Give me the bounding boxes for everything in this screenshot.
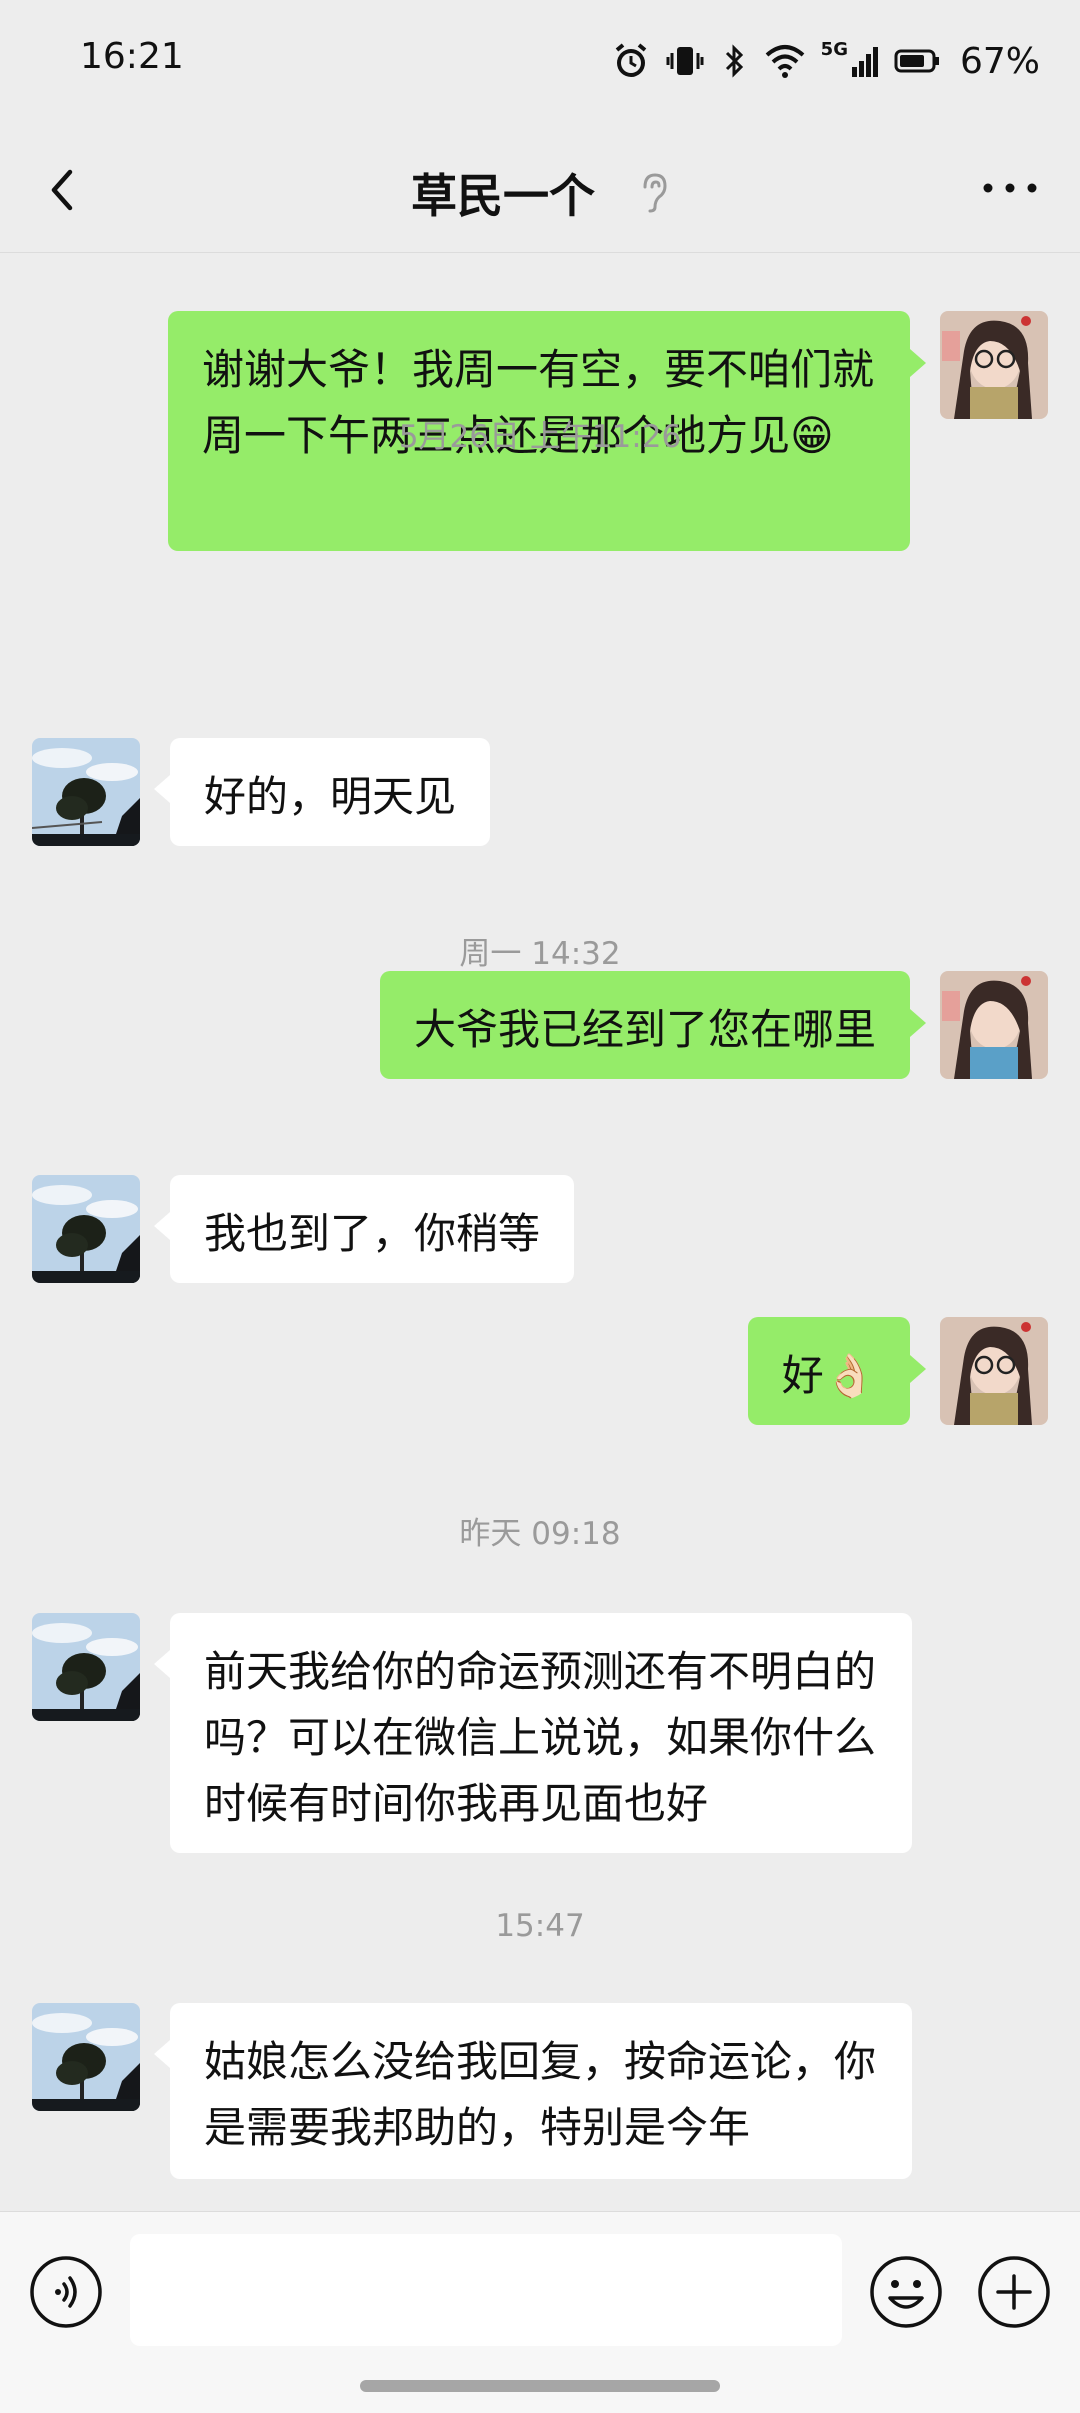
avatar-image [940,1317,1048,1425]
bluetooth-icon [725,44,743,78]
message-timestamp: 5月26日 上午11:26 [398,419,682,455]
signal-icon [851,47,878,77]
avatar-image [940,971,1048,1079]
bubble-tail [910,349,926,377]
message-text: 我也到了，你稍等 [204,1209,541,1258]
alarm-icon [615,43,646,77]
avatar-image [32,738,140,846]
message-input[interactable] [130,2234,842,2346]
vibrate-icon [666,47,704,75]
more-options-button[interactable] [980,178,1040,202]
message-text: 姑娘怎么没给我回复，按命运论，你是需要我邦助的，特别是今年 [204,2037,877,2152]
emoji-icon [870,2256,942,2328]
more-functions-button[interactable] [976,2254,1052,2330]
sent-message-bubble[interactable]: 大爷我已经到了您在哪里 [379,971,910,1079]
message-timestamp: 周一 14:32 [459,936,621,972]
plus-icon [978,2256,1050,2328]
my-avatar[interactable] [940,311,1048,419]
message-timestamp: 昨天 09:18 [459,1516,621,1552]
more-dots-icon [983,183,1037,193]
status-icons: 5G 67% [611,36,1040,86]
status-time: 16:21 [80,36,184,77]
message-text: 好👌🏻 [781,1351,876,1400]
chat-title: 草民一个 [410,169,595,223]
chat-title-area: 草民一个 [0,160,1080,226]
received-message-bubble[interactable]: 好的，明天见 [170,738,491,846]
contact-avatar[interactable] [32,2003,140,2111]
voice-icon [30,2256,102,2328]
my-avatar[interactable] [940,971,1048,1079]
my-avatar[interactable] [940,1317,1048,1425]
avatar-image [940,311,1048,419]
bubble-tail [154,2040,170,2068]
bubble-tail [154,1650,170,1678]
avatar-image [32,2003,140,2111]
message-text: 大爷我已经到了您在哪里 [413,1005,876,1054]
received-message-bubble[interactable]: 姑娘怎么没给我回复，按命运论，你是需要我邦助的，特别是今年 [170,2003,912,2179]
message-timestamp: 15:47 [495,1908,585,1944]
wifi-icon [765,45,804,78]
chat-header: 草民一个 [0,126,1080,253]
received-message-bubble[interactable]: 前天我给你的命运预测还有不明白的吗？可以在微信上说说，如果你什么时候有时间你我再… [170,1613,912,1853]
bubble-tail [910,1355,926,1383]
contact-avatar[interactable] [32,1613,140,1721]
avatar-image [32,1175,140,1283]
earpiece-mode-icon [643,173,667,213]
bubble-tail [154,775,170,803]
battery-icon [894,49,939,73]
message-text: 前天我给你的命运预测还有不明白的吗？可以在微信上说说，如果你什么时候有时间你我再… [204,1647,877,1828]
network-type: 5G [820,38,848,60]
emoji-button[interactable] [868,2254,944,2330]
received-message-bubble[interactable]: 我也到了，你稍等 [170,1175,575,1283]
battery-percent: 67% [959,40,1040,82]
message-list[interactable]: 谢谢大爷！我周一有空，要不咱们就周一下午两三点还是那个地方见😁 5月26日 上午… [0,253,1080,2211]
avatar-image [32,1613,140,1721]
contact-avatar[interactable] [32,1175,140,1283]
voice-input-button[interactable] [28,2254,104,2330]
status-bar: 16:21 5G 67% [0,0,1080,126]
home-indicator[interactable] [360,2380,720,2392]
contact-avatar[interactable] [32,738,140,846]
bubble-tail [154,1212,170,1240]
message-text: 好的，明天见 [204,772,457,821]
sent-message-bubble[interactable]: 好👌🏻 [747,1317,910,1425]
bubble-tail [910,1009,926,1037]
